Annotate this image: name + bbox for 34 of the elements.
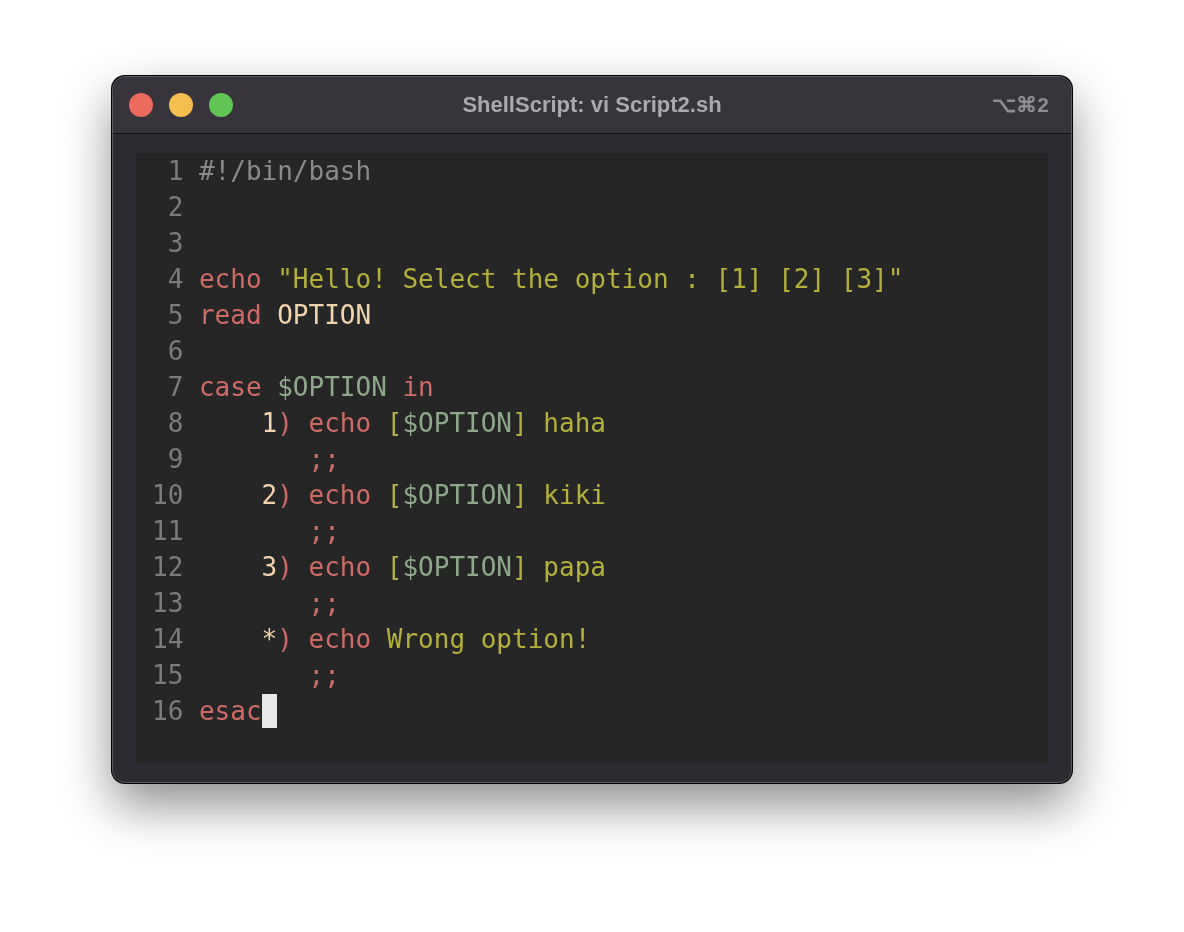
line-number: 5 bbox=[166, 299, 184, 332]
line-number: 2 bbox=[166, 191, 184, 224]
code-line: case $OPTION in bbox=[198, 371, 434, 404]
code-line: *) echo Wrong option! bbox=[260, 623, 591, 656]
line-number: 12 bbox=[152, 551, 184, 584]
line-number: 11 bbox=[152, 515, 184, 548]
code-line: esac bbox=[198, 695, 262, 728]
line-number: 13 bbox=[152, 587, 184, 620]
code-line: echo "Hello! Select the option : [1] [2] [3]" bbox=[198, 263, 904, 296]
line-number: 14 bbox=[152, 623, 184, 656]
line-number: 10 bbox=[152, 479, 184, 512]
code-line: #!/bin/bash bbox=[198, 155, 372, 188]
code-line: ;; bbox=[307, 443, 340, 476]
line-number: 7 bbox=[166, 371, 184, 404]
code-line: read OPTION bbox=[198, 299, 372, 332]
code-line: 1) echo [$OPTION] haha bbox=[260, 407, 606, 440]
code-line: ;; bbox=[307, 659, 340, 692]
maximize-icon[interactable] bbox=[209, 93, 233, 117]
code-line: 3) echo [$OPTION] papa bbox=[260, 551, 606, 584]
line-number: 4 bbox=[166, 263, 184, 296]
line-number: 3 bbox=[166, 227, 184, 260]
line-number: 9 bbox=[166, 443, 184, 476]
close-icon[interactable] bbox=[129, 93, 153, 117]
window-title: ShellScript: vi Script2.sh bbox=[462, 92, 722, 117]
line-number: 6 bbox=[166, 335, 184, 368]
code-line: ;; bbox=[307, 587, 340, 620]
minimize-icon[interactable] bbox=[169, 93, 193, 117]
code-line: 2) echo [$OPTION] kiki bbox=[260, 479, 606, 512]
keyboard-shortcut: ⌥⌘2 bbox=[992, 93, 1049, 117]
line-number: 1 bbox=[166, 155, 184, 188]
code-line: ;; bbox=[307, 515, 340, 548]
line-number: 8 bbox=[166, 407, 184, 440]
line-number: 16 bbox=[152, 695, 184, 728]
line-number: 15 bbox=[152, 659, 184, 692]
